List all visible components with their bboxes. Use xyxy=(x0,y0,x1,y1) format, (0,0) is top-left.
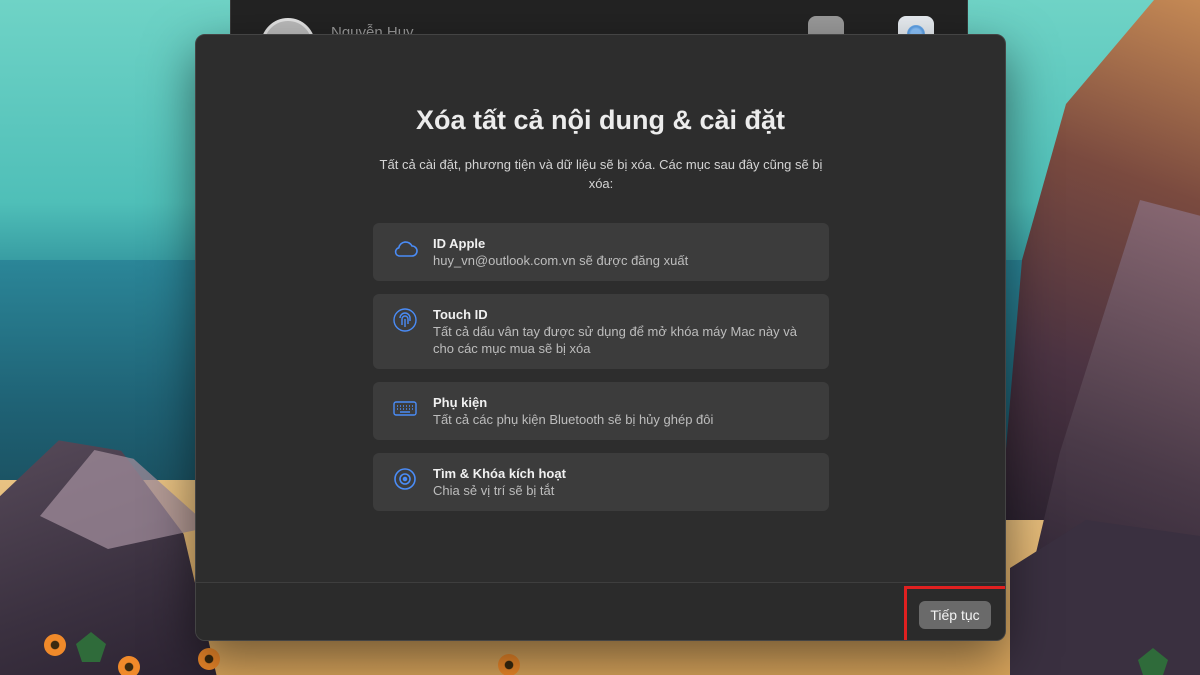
list-item-find-my: Tìm & Khóa kích hoạt Chia sẻ vị trí sẽ b… xyxy=(373,453,829,511)
item-title: ID Apple xyxy=(433,236,486,251)
find-my-icon xyxy=(391,465,419,493)
item-subtitle: Chia sẻ vị trí sẽ bị tắt xyxy=(433,483,555,498)
dialog-footer: Tiếp tục xyxy=(196,582,1005,640)
erase-items-list: ID Apple huy_vn@outlook.com.vn sẽ được đ… xyxy=(373,223,829,524)
flower-decoration xyxy=(118,656,140,675)
flower-decoration xyxy=(198,648,220,670)
fingerprint-icon xyxy=(391,306,419,334)
flower-decoration xyxy=(498,654,520,675)
item-title: Phụ kiện xyxy=(433,395,488,410)
continue-button[interactable]: Tiếp tục xyxy=(919,601,991,629)
item-subtitle: Tất cả dấu vân tay được sử dụng để mở kh… xyxy=(433,324,797,356)
list-item-touch-id: Touch ID Tất cả dấu vân tay được sử dụng… xyxy=(373,294,829,369)
item-subtitle: huy_vn@outlook.com.vn sẽ được đăng xuất xyxy=(433,253,689,268)
keyboard-icon xyxy=(391,394,419,422)
flower-decoration xyxy=(44,634,66,656)
list-item-apple-id: ID Apple huy_vn@outlook.com.vn sẽ được đ… xyxy=(373,223,829,281)
dialog-title: Xóa tất cả nội dung & cài đặt xyxy=(415,105,786,135)
item-subtitle: Tất cả các phụ kiện Bluetooth sẽ bị hủy … xyxy=(433,412,714,427)
cloud-icon xyxy=(391,235,419,263)
dialog-description: Tất cả cài đặt, phương tiện và dữ liệu s… xyxy=(379,157,823,191)
item-title: Tìm & Khóa kích hoạt xyxy=(433,466,566,481)
erase-all-dialog: Xóa tất cả nội dung & cài đặt Tất cả cài… xyxy=(195,34,1006,641)
item-title: Touch ID xyxy=(433,307,488,322)
highlight-box: Tiếp tục xyxy=(904,586,1005,640)
list-item-accessories: Phụ kiện Tất cả các phụ kiện Bluetooth s… xyxy=(373,382,829,440)
